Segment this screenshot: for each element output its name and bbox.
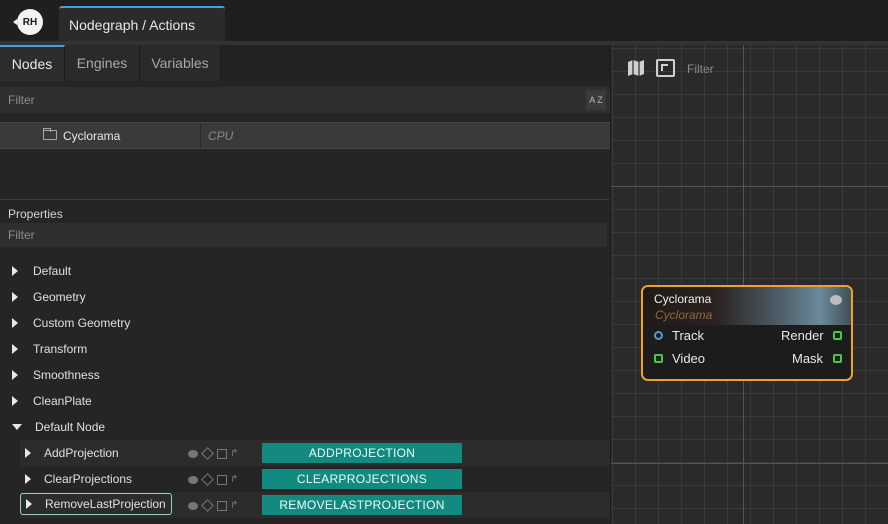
action-row-controls: ↱: [188, 447, 238, 460]
sort-button[interactable]: A Z: [586, 90, 606, 110]
record-icon[interactable]: [188, 449, 198, 458]
group-label: Default: [33, 264, 72, 278]
output-port-render[interactable]: [833, 331, 842, 340]
divider: [610, 45, 611, 524]
square-icon[interactable]: [217, 500, 227, 511]
arrow-icon[interactable]: ↱: [230, 500, 238, 511]
node-status-icon[interactable]: [830, 295, 842, 305]
node-title: Cyclorama: [654, 292, 712, 306]
group-label: CleanPlate: [33, 394, 92, 408]
node-subtitle: Cyclorama: [655, 308, 713, 322]
group-label: Default Node: [35, 420, 106, 434]
port-label: Video: [672, 351, 706, 366]
tab-engines[interactable]: Engines: [65, 45, 140, 81]
removelastprojection-button[interactable]: REMOVELASTPROJECTION: [262, 495, 462, 515]
chevron-right-icon: [25, 448, 31, 458]
divider: [0, 199, 610, 200]
property-group-smoothness[interactable]: Smoothness: [12, 362, 100, 388]
tab-nodes[interactable]: Nodes: [0, 45, 65, 81]
square-icon[interactable]: [217, 474, 227, 485]
chevron-right-icon: [12, 266, 18, 276]
node-card-cyclorama[interactable]: Cyclorama Cyclorama Track Video Render M…: [641, 285, 853, 381]
column-separator: [200, 123, 201, 148]
grid-line: [610, 463, 888, 464]
tab-variables[interactable]: Variables: [140, 45, 221, 81]
node-name: Cyclorama: [63, 129, 121, 143]
folder-icon: [43, 128, 57, 140]
property-group-transform[interactable]: Transform: [12, 336, 87, 362]
map-icon[interactable]: [627, 59, 645, 77]
action-item-addprojection[interactable]: AddProjection: [20, 442, 119, 464]
square-icon[interactable]: [217, 448, 227, 459]
chevron-right-icon: [12, 318, 18, 328]
action-label: ClearProjections: [44, 472, 133, 486]
chevron-right-icon: [12, 292, 18, 302]
property-group-cleanplate[interactable]: CleanPlate: [12, 388, 92, 414]
chevron-down-icon: [12, 424, 22, 430]
input-port-video[interactable]: [654, 354, 663, 363]
property-group-default-node[interactable]: Default Node: [12, 414, 105, 440]
action-item-clearprojections[interactable]: ClearProjections: [20, 468, 132, 490]
chevron-right-icon: [12, 370, 18, 380]
record-icon[interactable]: [188, 501, 198, 510]
port-label: Mask: [792, 351, 824, 366]
action-item-removelastprojection[interactable]: RemoveLastProjection: [20, 493, 172, 515]
record-icon[interactable]: [188, 475, 198, 484]
properties-filter-input[interactable]: Filter: [0, 223, 607, 247]
keyframe-icon[interactable]: [201, 447, 214, 460]
graph-filter-input[interactable]: Filter: [687, 62, 714, 76]
arrow-icon[interactable]: ↱: [230, 474, 238, 485]
input-port-track[interactable]: [654, 331, 663, 340]
properties-title: Properties: [8, 207, 63, 221]
port-label: Track: [672, 328, 705, 343]
app-logo[interactable]: RH: [13, 9, 43, 35]
addprojection-button[interactable]: ADDPROJECTION: [262, 443, 462, 463]
keyframe-icon[interactable]: [201, 499, 214, 512]
property-group-geometry[interactable]: Geometry: [12, 284, 86, 310]
property-group-default[interactable]: Default: [12, 258, 71, 284]
group-label: Transform: [33, 342, 88, 356]
chevron-right-icon: [12, 396, 18, 406]
node-type: CPU: [208, 129, 234, 143]
fit-view-icon[interactable]: [656, 59, 675, 77]
chevron-right-icon: [12, 344, 18, 354]
group-label: Smoothness: [33, 368, 100, 382]
group-label: Custom Geometry: [33, 316, 131, 330]
action-row-controls: ↱: [188, 473, 238, 486]
arrow-icon[interactable]: ↱: [230, 448, 238, 459]
chevron-right-icon: [25, 474, 31, 484]
action-label: RemoveLastProjection: [45, 497, 166, 511]
action-label: AddProjection: [44, 446, 119, 460]
group-label: Geometry: [33, 290, 86, 304]
keyframe-icon[interactable]: [201, 473, 214, 486]
nodes-filter-input[interactable]: Filter: [0, 87, 610, 113]
port-label: Render: [781, 328, 824, 343]
grid-line: [610, 186, 888, 187]
window-tab[interactable]: Nodegraph / Actions: [59, 6, 225, 41]
action-row-controls: ↱: [188, 499, 238, 512]
output-port-mask[interactable]: [833, 354, 842, 363]
clearprojections-button[interactable]: CLEARPROJECTIONS: [262, 469, 462, 489]
chevron-right-icon: [26, 499, 32, 509]
property-group-custom-geometry[interactable]: Custom Geometry: [12, 310, 130, 336]
